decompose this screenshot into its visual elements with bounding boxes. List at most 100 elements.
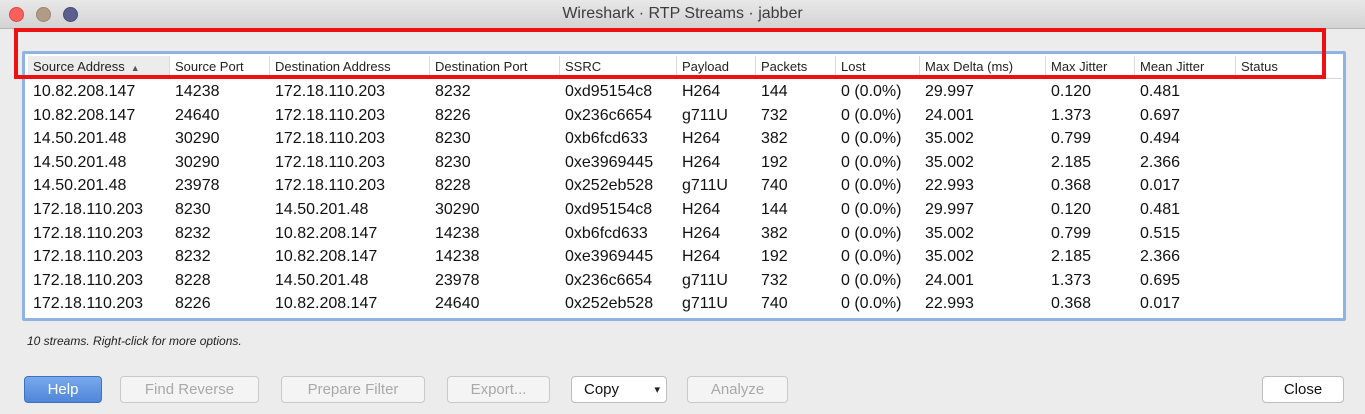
cell-destination-address: 172.18.110.203 xyxy=(275,130,386,148)
table-row[interactable]: 14.50.201.48 30290 172.18.110.203 8230 0xe39… xyxy=(28,151,1342,175)
cell-ssrc: 0x252eb528 xyxy=(565,295,654,313)
cell-packets: 382 xyxy=(761,130,788,148)
cell-payload: H264 xyxy=(682,224,721,242)
cell-packets: 144 xyxy=(761,200,788,218)
table-row[interactable]: 172.18.110.203 8232 10.82.208.147 14238 0xb6… xyxy=(28,222,1342,246)
cell-source-port: 24640 xyxy=(175,106,220,124)
cell-max-delta: 35.002 xyxy=(925,130,974,148)
find-reverse-button[interactable]: Find Reverse xyxy=(120,376,259,403)
cell-source-port: 8232 xyxy=(175,248,211,266)
export-button[interactable]: Export... xyxy=(447,376,550,403)
cell-source-address: 10.82.208.147 xyxy=(33,83,136,100)
cell-mean-jitter: 2.366 xyxy=(1140,248,1181,266)
copy-button-label: Copy xyxy=(584,381,620,398)
table-row[interactable]: 172.18.110.203 8226 10.82.208.147 24640 0x25… xyxy=(28,292,1342,316)
close-button[interactable]: Close xyxy=(1262,376,1344,403)
cell-mean-jitter: 0.017 xyxy=(1140,295,1181,313)
rtp-streams-window: Wireshark · RTP Streams · jabber Source … xyxy=(0,0,1365,414)
cell-max-jitter: 0.799 xyxy=(1051,224,1092,242)
cell-lost: 0 (0.0%) xyxy=(841,248,902,266)
cell-max-delta: 22.993 xyxy=(925,295,974,313)
table-row[interactable]: 14.50.201.48 30290 172.18.110.203 8230 0xb6f… xyxy=(28,127,1342,151)
cell-source-address: 172.18.110.203 xyxy=(33,224,144,242)
copy-dropdown-button[interactable]: Copy ▾ xyxy=(571,376,667,403)
cell-payload: g711U xyxy=(682,295,728,313)
cell-source-address: 14.50.201.48 xyxy=(33,177,127,195)
help-button[interactable]: Help xyxy=(24,376,102,403)
cell-max-delta: 35.002 xyxy=(925,248,974,266)
cell-ssrc: 0x236c6654 xyxy=(565,271,653,289)
cell-destination-port: 14238 xyxy=(435,224,480,242)
cell-packets: 740 xyxy=(761,295,788,313)
cell-max-delta: 24.001 xyxy=(925,106,974,124)
cell-mean-jitter: 0.695 xyxy=(1140,271,1181,289)
cell-ssrc: 0xb6fcd633 xyxy=(565,224,648,242)
table-row[interactable]: 10.82.208.147 14238 172.18.110.203 8232 0xd9… xyxy=(28,80,1342,104)
cell-status xyxy=(1236,127,1241,150)
cell-source-address: 14.50.201.48 xyxy=(33,153,127,171)
cell-destination-port: 8230 xyxy=(435,130,471,148)
cell-lost: 0 (0.0%) xyxy=(841,224,902,242)
cell-source-address: 14.50.201.48 xyxy=(33,130,127,148)
cell-status xyxy=(1236,222,1241,245)
cell-destination-port: 8226 xyxy=(435,106,471,124)
cell-status xyxy=(1236,269,1241,292)
rtp-streams-table[interactable]: Source Address ▲ Source Port Destination … xyxy=(22,51,1346,321)
cell-source-port: 8232 xyxy=(175,224,211,242)
cell-payload: H264 xyxy=(682,83,721,100)
cell-mean-jitter: 0.017 xyxy=(1140,177,1181,195)
cell-destination-address: 172.18.110.203 xyxy=(275,106,386,124)
cell-lost: 0 (0.0%) xyxy=(841,153,902,171)
cell-destination-address: 10.82.208.147 xyxy=(275,248,378,266)
cell-max-jitter: 2.185 xyxy=(1051,153,1092,171)
cell-ssrc: 0xe3969445 xyxy=(565,153,654,171)
cell-mean-jitter: 0.481 xyxy=(1140,83,1181,100)
cell-source-port: 23978 xyxy=(175,177,220,195)
cell-status xyxy=(1236,174,1241,197)
table-row[interactable]: 10.82.208.147 24640 172.18.110.203 8226 0x23… xyxy=(28,104,1342,128)
cell-destination-port: 14238 xyxy=(435,248,480,266)
title-bar: Wireshark · RTP Streams · jabber xyxy=(0,0,1365,29)
cell-destination-address: 172.18.110.203 xyxy=(275,177,386,195)
cell-ssrc: 0xe3969445 xyxy=(565,248,654,266)
cell-mean-jitter: 0.515 xyxy=(1140,224,1181,242)
table-row[interactable]: 172.18.110.203 8230 14.50.201.48 30290 0xd95… xyxy=(28,198,1342,222)
cell-destination-port: 8230 xyxy=(435,153,471,171)
cell-status xyxy=(1236,151,1241,174)
cell-max-jitter: 1.373 xyxy=(1051,106,1092,124)
cell-packets: 382 xyxy=(761,224,788,242)
prepare-filter-button[interactable]: Prepare Filter xyxy=(281,376,425,403)
cell-source-port: 8226 xyxy=(175,295,211,313)
cell-lost: 0 (0.0%) xyxy=(841,83,902,100)
table-row[interactable]: 172.18.110.203 8228 14.50.201.48 23978 0x236… xyxy=(28,269,1342,293)
cell-packets: 192 xyxy=(761,248,788,266)
table-row[interactable]: 14.50.201.48 23978 172.18.110.203 8228 0x252… xyxy=(28,174,1342,198)
cell-lost: 0 (0.0%) xyxy=(841,295,902,313)
window-title: Wireshark · RTP Streams · jabber xyxy=(562,5,803,22)
cell-source-port: 8228 xyxy=(175,271,211,289)
cell-payload: g711U xyxy=(682,177,728,195)
cell-ssrc: 0x252eb528 xyxy=(565,177,654,195)
cell-ssrc: 0xb6fcd633 xyxy=(565,130,648,148)
cell-max-delta: 24.001 xyxy=(925,271,974,289)
cell-max-jitter: 1.373 xyxy=(1051,271,1092,289)
cell-source-port: 8230 xyxy=(175,200,211,218)
cell-packets: 192 xyxy=(761,153,788,171)
cell-source-address: 172.18.110.203 xyxy=(33,295,144,313)
cell-packets: 144 xyxy=(761,83,788,100)
highlight-annotation-box xyxy=(14,28,1326,79)
cell-destination-address: 172.18.110.203 xyxy=(275,153,386,171)
cell-max-jitter: 0.799 xyxy=(1051,130,1092,148)
cell-source-address: 10.82.208.147 xyxy=(33,106,136,124)
cell-destination-address: 10.82.208.147 xyxy=(275,295,378,313)
cell-payload: H264 xyxy=(682,248,721,266)
cell-destination-port: 8228 xyxy=(435,177,471,195)
cell-source-address: 172.18.110.203 xyxy=(33,248,144,266)
cell-ssrc: 0xd95154c8 xyxy=(565,200,653,218)
cell-lost: 0 (0.0%) xyxy=(841,200,902,218)
table-row[interactable]: 172.18.110.203 8232 10.82.208.147 14238 0xe3… xyxy=(28,245,1342,269)
cell-status xyxy=(1236,198,1241,221)
cell-ssrc: 0xd95154c8 xyxy=(565,83,653,100)
cell-packets: 740 xyxy=(761,177,788,195)
analyze-button[interactable]: Analyze xyxy=(687,376,788,403)
